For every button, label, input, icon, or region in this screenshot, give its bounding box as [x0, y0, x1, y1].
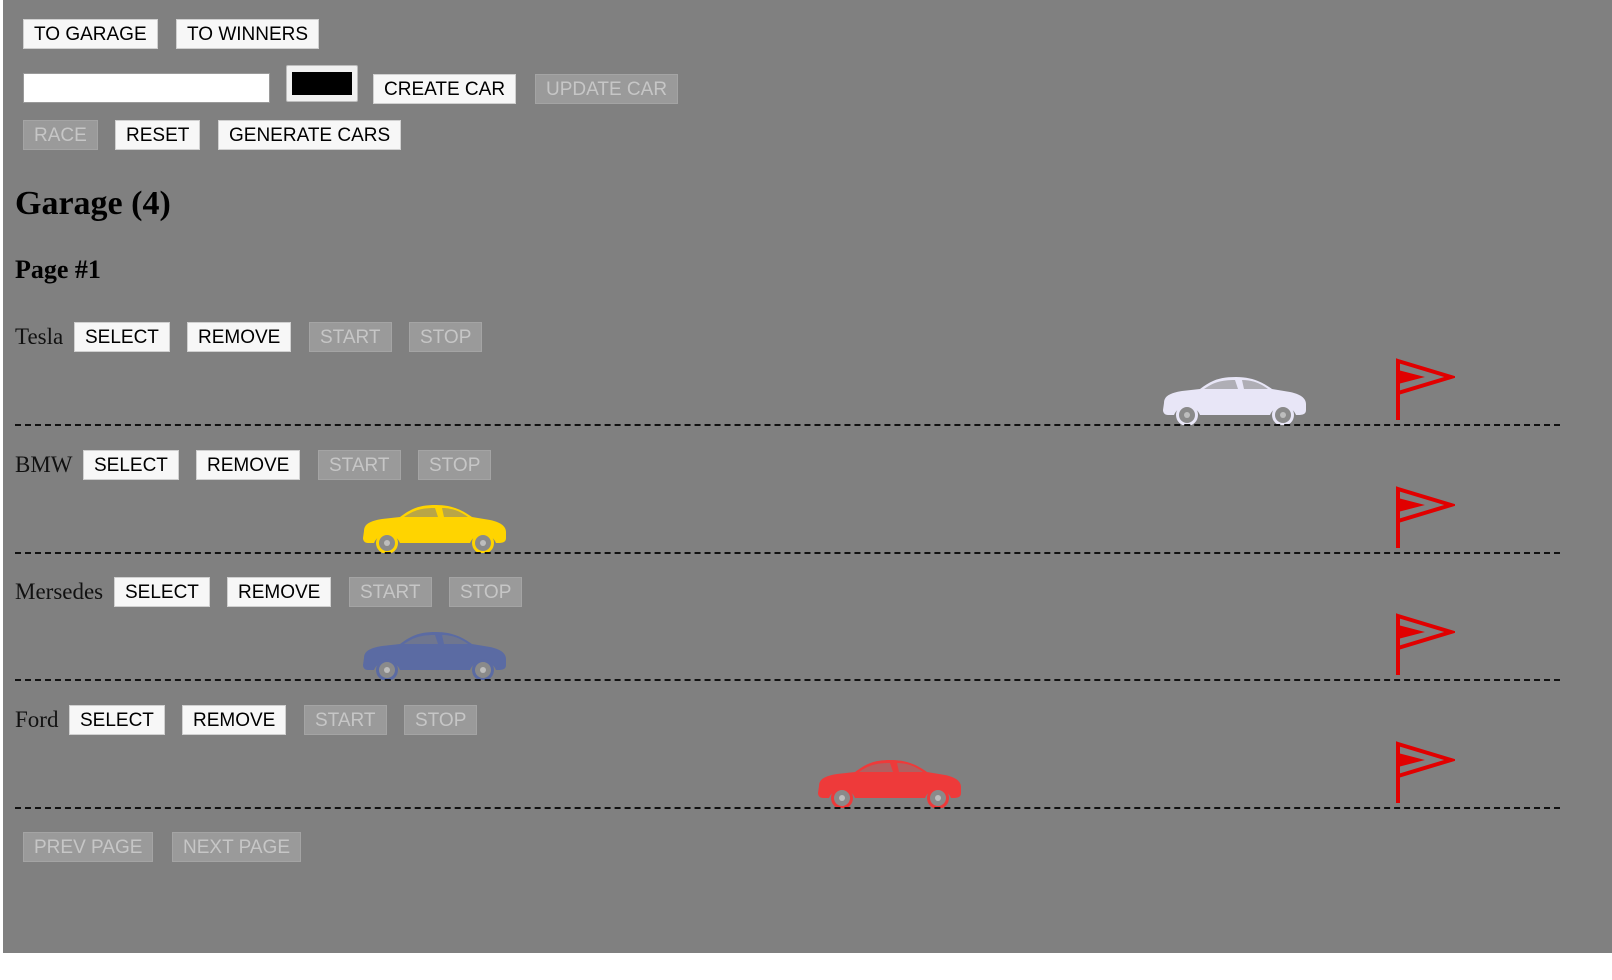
flag-icon	[1395, 486, 1458, 548]
to-winners-button[interactable]: TO WINNERS	[176, 19, 320, 49]
track-divider	[15, 424, 1560, 426]
race-button[interactable]: RACE	[23, 120, 98, 150]
car-name: Mersedes	[15, 579, 104, 604]
car-icon	[1160, 369, 1307, 426]
track-divider	[15, 807, 1560, 809]
car-icon	[360, 624, 507, 681]
remove-button[interactable]: REMOVE	[227, 577, 332, 607]
car-name: Tesla	[15, 324, 64, 349]
select-button[interactable]: SELECT	[114, 577, 210, 607]
car-icon	[360, 497, 507, 554]
track-divider	[15, 552, 1560, 554]
stop-button[interactable]: STOP	[418, 450, 492, 480]
car-track: Mersedes SELECT REMOVE START STOP	[15, 576, 1560, 703]
select-button[interactable]: SELECT	[83, 450, 179, 480]
car-track: BMW SELECT REMOVE START STOP	[15, 449, 1560, 576]
flag-icon	[1395, 613, 1458, 675]
prev-page-button[interactable]: PREV PAGE	[23, 832, 154, 862]
car-track: Tesla SELECT REMOVE START STOP	[15, 321, 1560, 448]
app-root: TO GARAGE TO WINNERS CREATE CAR UPDATE C…	[3, 0, 1612, 953]
car-name: Ford	[15, 707, 59, 732]
reset-button[interactable]: RESET	[115, 120, 201, 150]
stop-button[interactable]: STOP	[409, 322, 483, 352]
remove-button[interactable]: REMOVE	[182, 705, 287, 735]
start-button[interactable]: START	[349, 577, 432, 607]
stop-button[interactable]: STOP	[449, 577, 523, 607]
generate-cars-button[interactable]: GENERATE CARS	[218, 120, 402, 150]
select-button[interactable]: SELECT	[69, 705, 165, 735]
car-track: Ford SELECT REMOVE START STOP	[15, 704, 1560, 831]
create-car-button[interactable]: CREATE CAR	[373, 74, 517, 104]
next-page-button[interactable]: NEXT PAGE	[172, 832, 301, 862]
start-button[interactable]: START	[309, 322, 392, 352]
stop-button[interactable]: STOP	[404, 705, 478, 735]
remove-button[interactable]: REMOVE	[196, 450, 301, 480]
flag-icon	[1395, 741, 1458, 803]
select-button[interactable]: SELECT	[74, 322, 170, 352]
car-name-input[interactable]	[23, 73, 270, 103]
flag-icon	[1395, 358, 1458, 420]
page-number: Page #1	[15, 255, 101, 284]
car-name: BMW	[15, 452, 73, 477]
color-swatch	[292, 72, 352, 95]
start-button[interactable]: START	[304, 705, 387, 735]
car-icon	[815, 752, 962, 809]
track-divider	[15, 679, 1560, 681]
car-color-picker[interactable]	[286, 65, 358, 102]
start-button[interactable]: START	[318, 450, 401, 480]
garage-title: Garage (4)	[15, 185, 171, 222]
to-garage-button[interactable]: TO GARAGE	[23, 19, 158, 49]
remove-button[interactable]: REMOVE	[187, 322, 292, 352]
update-car-button[interactable]: UPDATE CAR	[535, 74, 679, 104]
